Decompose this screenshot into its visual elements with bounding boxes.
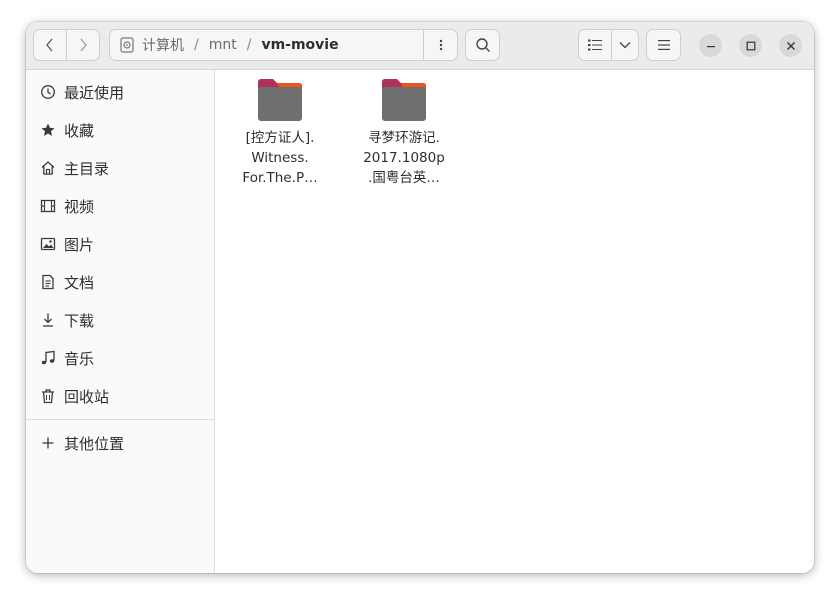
chevron-right-icon — [80, 38, 87, 52]
folder-name-line: 寻梦环游记. — [368, 130, 440, 146]
download-icon — [43, 313, 53, 327]
sidebar-item-starred[interactable]: 收藏 — [26, 113, 214, 147]
clock-icon — [41, 85, 55, 99]
folder-name: [控方证人]. Witness. For.The.P… — [226, 128, 334, 188]
sidebar-item-label: 文档 — [64, 273, 95, 292]
chevron-left-icon — [46, 38, 53, 52]
sidebar-item-music[interactable]: 音乐 — [26, 341, 214, 375]
folder-item[interactable]: [控方证人]. Witness. For.The.P… — [226, 78, 334, 198]
breadcrumb-computer[interactable]: 计算机 — [142, 35, 184, 55]
path-bar: 计算机 / mnt / vm-movie — [109, 29, 458, 61]
sidebar-item-label: 其他位置 — [64, 434, 125, 453]
sidebar-item-label: 回收站 — [64, 387, 110, 406]
minimize-icon — [706, 45, 715, 47]
sidebar-item-other-locations[interactable]: 其他位置 — [26, 426, 214, 460]
view-options-dropdown[interactable] — [612, 30, 638, 60]
folder-name-line: Witness. — [251, 150, 309, 166]
sidebar: 最近使用 收藏 主目录 视频 图片 文档 下载 音乐 回收站 其他位置 — [26, 70, 215, 573]
film-icon — [40, 199, 56, 213]
breadcrumb-current-folder[interactable]: vm-movie — [261, 37, 338, 53]
drive-icon — [120, 37, 134, 53]
folder-item[interactable]: 寻梦环游记. 2017.1080p .国粤台英… — [350, 78, 458, 198]
home-icon — [41, 161, 55, 175]
header-bar: 计算机 / mnt / vm-movie — [26, 22, 814, 70]
file-view: [控方证人]. Witness. For.The.P… 寻梦环游记. 2017.… — [215, 70, 814, 573]
sidebar-divider — [26, 419, 214, 420]
close-icon — [786, 41, 795, 50]
minimize-button[interactable] — [699, 34, 722, 57]
sidebar-item-downloads[interactable]: 下载 — [26, 303, 214, 337]
maximize-button[interactable] — [739, 34, 762, 57]
search-button[interactable] — [465, 29, 500, 61]
sidebar-item-label: 下载 — [64, 311, 95, 330]
sidebar-item-trash[interactable]: 回收站 — [26, 379, 214, 413]
sidebar-item-label: 最近使用 — [64, 83, 125, 102]
folder-icon — [258, 79, 302, 121]
folder-name: 寻梦环游记. 2017.1080p .国粤台英… — [350, 128, 458, 188]
sidebar-item-label: 音乐 — [64, 349, 95, 368]
file-manager-window: 计算机 / mnt / vm-movie 最近使用 收藏 主目录 视频 图片 文… — [26, 22, 814, 573]
sidebar-item-label: 图片 — [64, 235, 95, 254]
navigation-buttons — [33, 29, 100, 61]
folder-icon — [382, 79, 426, 121]
vertical-dots-icon — [439, 39, 442, 51]
folder-name-line: 2017.1080p — [363, 150, 445, 166]
view-switcher — [578, 29, 639, 61]
search-icon — [475, 38, 490, 52]
image-icon — [40, 237, 56, 251]
close-button[interactable] — [779, 34, 802, 57]
document-icon — [42, 274, 54, 290]
trash-icon — [42, 389, 54, 404]
maximize-icon — [746, 41, 755, 50]
music-icon — [41, 350, 55, 365]
star-icon — [41, 123, 55, 136]
hamburger-menu-icon — [657, 40, 670, 50]
plus-icon — [42, 437, 54, 449]
folder-name-line: [控方证人]. — [245, 130, 315, 146]
folder-name-line: .国粤台英… — [368, 170, 440, 186]
back-button[interactable] — [34, 30, 66, 60]
sidebar-item-recent[interactable]: 最近使用 — [26, 75, 214, 109]
path-menu-button[interactable] — [423, 30, 457, 60]
chevron-down-icon — [619, 42, 631, 49]
sidebar-item-videos[interactable]: 视频 — [26, 189, 214, 223]
sidebar-item-label: 收藏 — [64, 121, 95, 140]
breadcrumb-separator: / — [246, 37, 252, 53]
sidebar-item-pictures[interactable]: 图片 — [26, 227, 214, 261]
folder-name-line: For.The.P… — [242, 170, 318, 186]
forward-button[interactable] — [66, 30, 99, 60]
sidebar-item-home[interactable]: 主目录 — [26, 151, 214, 185]
main-menu-button[interactable] — [646, 29, 681, 61]
breadcrumb-separator: / — [194, 37, 199, 53]
sidebar-item-documents[interactable]: 文档 — [26, 265, 214, 299]
sidebar-item-label: 视频 — [64, 197, 95, 216]
sidebar-item-label: 主目录 — [64, 159, 110, 178]
list-view-icon — [588, 39, 602, 51]
list-view-button[interactable] — [579, 30, 612, 60]
breadcrumb-mnt[interactable]: mnt — [209, 37, 237, 53]
